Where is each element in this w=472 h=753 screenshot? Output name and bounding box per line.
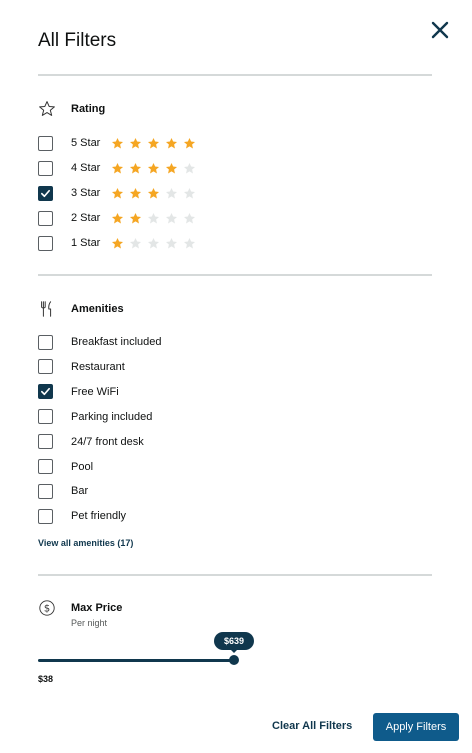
price-value-bubble: $639 — [214, 632, 254, 653]
clear-all-filters-button[interactable]: Clear All Filters — [272, 720, 352, 732]
amenity-option[interactable]: Parking included — [38, 408, 152, 426]
rating-option[interactable]: 5 Star — [38, 134, 201, 152]
utensils-icon — [38, 300, 56, 318]
price-heading: Max Price — [71, 602, 123, 614]
checkbox[interactable] — [38, 384, 53, 400]
price-section-header: $ Max Price — [38, 598, 122, 618]
rating-heading: Rating — [71, 103, 106, 115]
rating-option-label: 1 Star — [71, 237, 101, 249]
star-rating — [111, 237, 201, 250]
checkbox[interactable] — [38, 334, 53, 350]
checkbox[interactable] — [38, 409, 53, 425]
checkbox[interactable] — [38, 483, 53, 499]
star-filled-icon — [147, 137, 165, 150]
star-filled-icon — [183, 137, 201, 150]
star-empty-icon — [165, 237, 183, 250]
amenity-option-label: Pet friendly — [71, 510, 127, 523]
view-all-amenities-link[interactable]: View all amenities (17) — [38, 538, 133, 548]
star-filled-icon — [111, 237, 129, 250]
price-slider-thumb[interactable] — [229, 655, 239, 665]
amenities-section-header: Amenities — [38, 299, 124, 319]
star-filled-icon — [129, 212, 147, 225]
rating-option-label: 5 Star — [71, 137, 101, 149]
amenity-option[interactable]: Bar — [38, 482, 88, 500]
amenity-option[interactable]: Breakfast included — [38, 333, 162, 351]
checkbox[interactable] — [38, 210, 53, 226]
apply-filters-button[interactable]: Apply Filters — [373, 713, 459, 741]
star-filled-icon — [147, 162, 165, 175]
filters-panel: All Filters Rating 5 Star 4 Star 3 Star 2 S… — [0, 0, 472, 753]
price-slider-track[interactable] — [38, 659, 234, 662]
amenity-option-label: Breakfast included — [71, 336, 162, 348]
price-subtitle: Per night — [71, 618, 108, 628]
rating-option-label: 2 Star — [71, 212, 101, 224]
star-rating — [111, 137, 201, 150]
amenity-option-label: Restaurant — [71, 360, 125, 373]
star-empty-icon — [183, 237, 201, 250]
amenity-option[interactable]: Restaurant — [38, 358, 125, 376]
checkbox[interactable] — [38, 235, 53, 251]
amenity-option[interactable]: Pool — [38, 458, 93, 476]
star-rating — [111, 187, 201, 200]
star-empty-icon — [183, 212, 201, 225]
checkbox[interactable] — [38, 185, 53, 201]
star-filled-icon — [111, 212, 129, 225]
divider — [38, 74, 432, 76]
star-empty-icon — [129, 237, 147, 250]
star-filled-icon — [111, 162, 129, 175]
rating-option[interactable]: 3 Star — [38, 184, 201, 202]
dollar-circle-icon: $ — [38, 599, 56, 617]
star-empty-icon — [165, 212, 183, 225]
star-filled-icon — [111, 187, 129, 200]
star-empty-icon — [183, 162, 201, 175]
star-filled-icon — [129, 187, 147, 200]
amenity-option-label: Bar — [71, 485, 89, 498]
amenity-option-label: Pool — [71, 460, 94, 473]
star-empty-icon — [147, 237, 165, 250]
close-icon[interactable] — [429, 19, 451, 41]
amenity-option-label: Parking included — [71, 410, 153, 423]
amenity-option[interactable]: Free WiFi — [38, 383, 119, 401]
rating-option-label: 4 Star — [71, 162, 101, 174]
checkbox[interactable] — [38, 160, 53, 176]
star-filled-icon — [165, 162, 183, 175]
amenity-option-label: 24/7 front desk — [71, 435, 144, 448]
star-empty-icon — [165, 187, 183, 200]
rating-option[interactable]: 2 Star — [38, 209, 201, 227]
star-filled-icon — [129, 162, 147, 175]
star-rating — [111, 212, 201, 225]
amenity-option[interactable]: 24/7 front desk — [38, 433, 144, 451]
star-outline-icon — [38, 100, 56, 118]
amenity-option-label: Free WiFi — [71, 385, 119, 398]
amenities-heading: Amenities — [71, 303, 124, 315]
divider — [38, 274, 432, 276]
star-filled-icon — [129, 137, 147, 150]
star-filled-icon — [147, 187, 165, 200]
amenity-option[interactable]: Pet friendly — [38, 507, 126, 525]
checkbox[interactable] — [38, 135, 53, 151]
star-empty-icon — [147, 212, 165, 225]
checkbox[interactable] — [38, 359, 53, 375]
rating-option[interactable]: 4 Star — [38, 159, 201, 177]
checkbox[interactable] — [38, 459, 53, 474]
star-rating — [111, 162, 201, 175]
star-empty-icon — [183, 187, 201, 200]
rating-option[interactable]: 1 Star — [38, 234, 201, 252]
price-min-label: $38 — [38, 674, 54, 684]
page-title: All Filters — [38, 30, 117, 51]
checkbox[interactable] — [38, 434, 53, 450]
rating-section-header: Rating — [38, 99, 105, 119]
star-filled-icon — [165, 137, 183, 150]
divider — [38, 574, 432, 576]
svg-text:$: $ — [44, 604, 50, 615]
star-filled-icon — [111, 137, 129, 150]
checkbox[interactable] — [38, 508, 53, 524]
rating-option-label: 3 Star — [71, 187, 101, 199]
